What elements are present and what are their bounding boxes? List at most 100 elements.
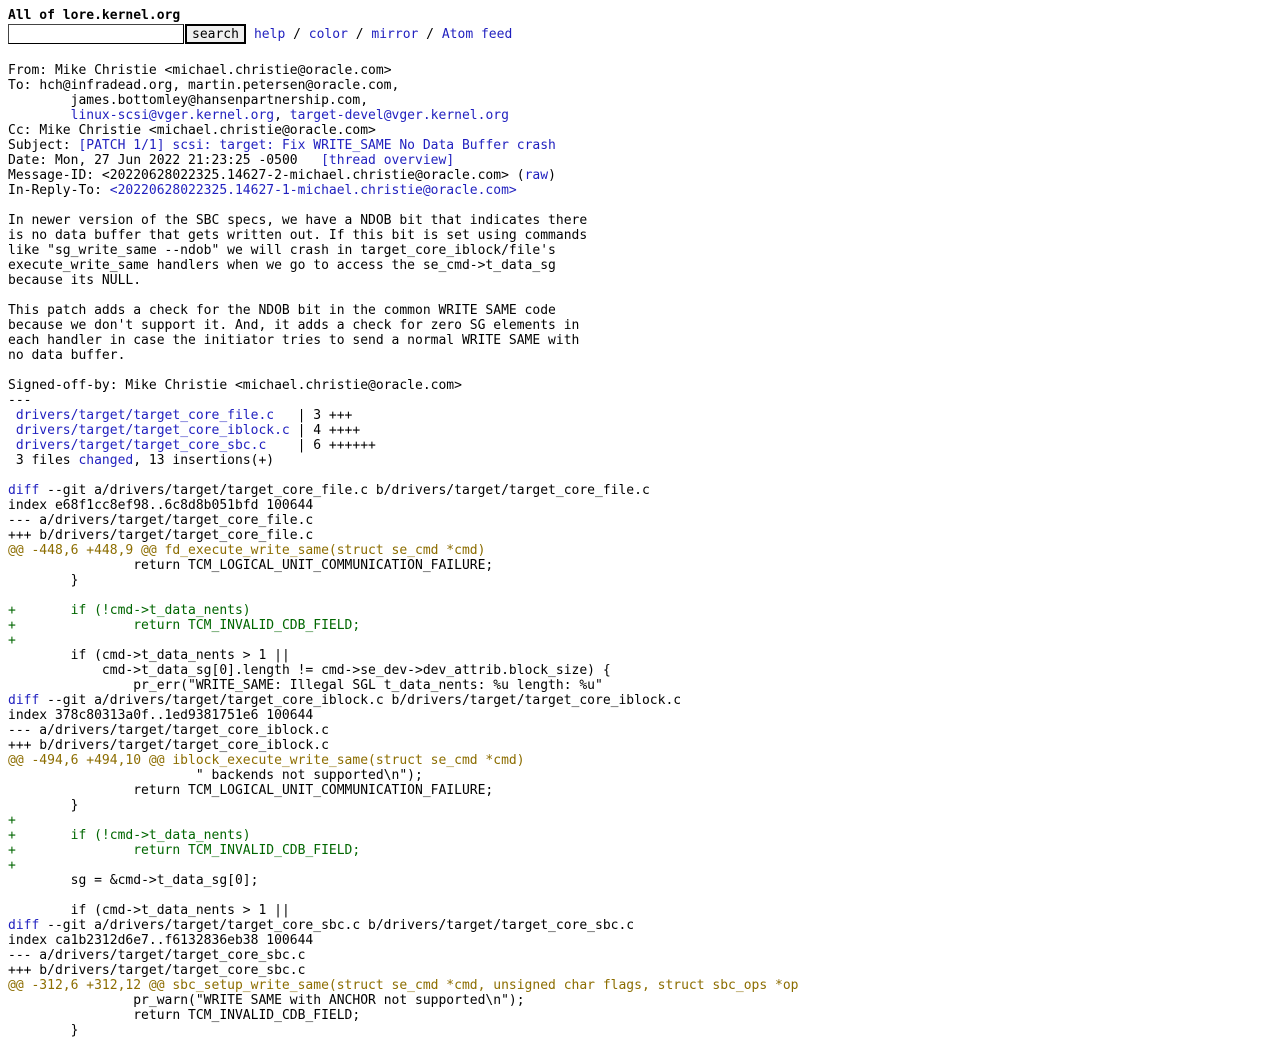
context-line: return TCM_LOGICAL_UNIT_COMMUNICATION_FA… xyxy=(8,783,494,798)
message-id-value: <20220628022325.14627-2-michael.christie… xyxy=(101,168,509,183)
diffstat-row: drivers/target/target_core_iblock.c | 4 … xyxy=(8,423,1272,438)
added-line: + return TCM_INVALID_CDB_FIELD; xyxy=(8,843,361,858)
target-devel-list-link[interactable]: target-devel@vger.kernel.org xyxy=(290,108,509,123)
diff-index-line: index 378c80313a0f..1ed9381751e6 100644 xyxy=(8,708,314,723)
diffstat-file-link[interactable]: drivers/target/target_core_sbc.c xyxy=(16,438,266,453)
site-title: All of lore.kernel.org xyxy=(8,8,181,23)
context-line: return TCM_LOGICAL_UNIT_COMMUNICATION_FA… xyxy=(8,558,494,573)
added-line: + if (!cmd->t_data_nents) xyxy=(8,603,251,618)
diffstat-file-link[interactable]: drivers/target/target_core_file.c xyxy=(16,408,274,423)
context-line xyxy=(8,888,1272,903)
context-line: " backends not supported\n"); xyxy=(8,768,423,783)
commit-paragraph: This patch adds a check for the NDOB bit… xyxy=(8,303,1272,363)
commit-message: In newer version of the SBC specs, we ha… xyxy=(8,213,1272,408)
search-bar: search help / color / mirror / Atom feed xyxy=(8,24,1272,44)
hunk-header[interactable]: @@ -312,6 +312,12 @@ sbc_setup_write_sam… xyxy=(8,978,1272,993)
search-input[interactable] xyxy=(8,24,184,44)
nav-separator: / xyxy=(285,26,309,42)
from-value: Mike Christie <michael.christie@oracle.c… xyxy=(54,63,392,78)
patch-diffs: diff --git a/drivers/target/target_core_… xyxy=(8,483,1272,1038)
diff-old-file: --- a/drivers/target/target_core_sbc.c xyxy=(8,948,306,963)
date-value: Mon, 27 Jun 2022 21:23:25 -0500 xyxy=(54,153,298,168)
context-line: pr_warn("WRITE SAME with ANCHOR not supp… xyxy=(8,993,525,1008)
in-reply-to-link[interactable]: <20220628022325.14627-1-michael.christie… xyxy=(110,183,517,198)
from-header: From: Mike Christie <michael.christie@or… xyxy=(8,63,392,78)
diff-link[interactable]: diff xyxy=(8,693,39,708)
cc-header: Cc: Mike Christie <michael.christie@orac… xyxy=(8,123,376,138)
context-line: return TCM_INVALID_CDB_FIELD; xyxy=(8,1008,361,1023)
hunk-header[interactable]: @@ -448,6 +448,9 @@ fd_execute_write_sam… xyxy=(8,543,1272,558)
diff-new-file: +++ b/drivers/target/target_core_iblock.… xyxy=(8,738,329,753)
diff-index-line: index e68f1cc8ef98..6c8d8b051bfd 100644 xyxy=(8,498,314,513)
file-diff: diff --git a/drivers/target/target_core_… xyxy=(8,693,1272,918)
message-page: All of lore.kernel.org search help / col… xyxy=(8,8,1272,1038)
diff-header: diff --git a/drivers/target/target_core_… xyxy=(8,693,682,708)
to-value: hch@infradead.org, martin.petersen@oracl… xyxy=(39,78,400,93)
diffstat-count: | 3 +++ xyxy=(274,408,353,423)
mirror-link[interactable]: mirror xyxy=(371,27,418,42)
file-diff: diff --git a/drivers/target/target_core_… xyxy=(8,483,1272,693)
diff-new-file: +++ b/drivers/target/target_core_sbc.c xyxy=(8,963,306,978)
commit-line: no data buffer. xyxy=(8,348,126,363)
diffstat-count: | 6 ++++++ xyxy=(266,438,376,453)
context-line: cmd->t_data_sg[0].length != cmd->se_dev-… xyxy=(8,663,611,678)
nav-separator: / xyxy=(347,26,372,42)
to-value: james.bottomley@hansenpartnership.com, xyxy=(70,93,369,108)
raw-link[interactable]: raw xyxy=(525,168,548,183)
thread-overview-link[interactable]: [thread overview] xyxy=(321,153,454,168)
added-line: + xyxy=(8,813,16,828)
diff-link[interactable]: diff xyxy=(8,483,39,498)
to-continuation: james.bottomley@hansenpartnership.com, xyxy=(8,93,1272,108)
file-diff: diff --git a/drivers/target/target_core_… xyxy=(8,918,1272,1038)
commit-line: This patch adds a check for the NDOB bit… xyxy=(8,303,556,318)
diff-header: diff --git a/drivers/target/target_core_… xyxy=(8,483,650,498)
linux-scsi-list-link[interactable]: linux-scsi@vger.kernel.org xyxy=(71,108,275,123)
commit-line: because we don't support it. And, it add… xyxy=(8,318,580,333)
hunk-header[interactable]: @@ -494,6 +494,10 @@ iblock_execute_writ… xyxy=(8,753,1272,768)
diffstat-count: | 4 ++++ xyxy=(289,423,361,438)
diff-old-file: --- a/drivers/target/target_core_iblock.… xyxy=(8,723,329,738)
diffstat-row: drivers/target/target_core_sbc.c | 6 +++… xyxy=(8,438,1272,453)
in-reply-to-header: In-Reply-To: <20220628022325.14627-1-mic… xyxy=(8,183,517,198)
commit-line: like "sg_write_same --ndob" we will cras… xyxy=(8,243,556,258)
atom-feed-link[interactable]: Atom feed xyxy=(442,27,512,42)
diff-index-line: index ca1b2312d6e7..f6132836eb38 100644 xyxy=(8,933,314,948)
context-line: pr_err("WRITE_SAME: Illegal SGL t_data_n… xyxy=(8,678,603,693)
subject-header: Subject: [PATCH 1/1] scsi: target: Fix W… xyxy=(8,138,556,153)
context-line: } xyxy=(8,573,79,588)
diffstat: drivers/target/target_core_file.c | 3 ++… xyxy=(8,408,1272,468)
added-line: + return TCM_INVALID_CDB_FIELD; xyxy=(8,618,361,633)
subject-link[interactable]: [PATCH 1/1] scsi: target: Fix WRITE_SAME… xyxy=(78,138,555,153)
context-line xyxy=(8,588,1272,603)
nav-separator: / xyxy=(418,26,442,42)
commit-line: because its NULL. xyxy=(8,273,142,288)
to-continuation: linux-scsi@vger.kernel.org, target-devel… xyxy=(70,108,509,123)
changed-link[interactable]: changed xyxy=(78,453,133,468)
diffstat-row: drivers/target/target_core_file.c | 3 ++… xyxy=(8,408,1272,423)
added-line: + xyxy=(8,633,16,648)
message-id-header: Message-ID: <20220628022325.14627-2-mich… xyxy=(8,168,556,183)
patch-separator: --- xyxy=(8,393,32,408)
commit-line: is no data buffer that gets written out.… xyxy=(8,228,588,243)
color-link[interactable]: color xyxy=(309,27,348,42)
cc-value: Mike Christie <michael.christie@oracle.c… xyxy=(39,123,376,138)
help-link[interactable]: help xyxy=(254,27,285,42)
diffstat-summary: 3 files changed, 13 insertions(+) xyxy=(8,453,275,468)
context-line: if (cmd->t_data_nents > 1 || xyxy=(8,903,290,918)
diff-header: diff --git a/drivers/target/target_core_… xyxy=(8,918,635,933)
date-header: Date: Mon, 27 Jun 2022 21:23:25 -0500 [t… xyxy=(8,153,455,168)
search-button[interactable]: search xyxy=(185,24,246,44)
message-headers: From: Mike Christie <michael.christie@or… xyxy=(8,63,1272,198)
commit-paragraph: In newer version of the SBC specs, we ha… xyxy=(8,213,1272,288)
commit-line: execute_write_same handlers when we go t… xyxy=(8,258,556,273)
added-line: + if (!cmd->t_data_nents) xyxy=(8,828,251,843)
diffstat-file-link[interactable]: drivers/target/target_core_iblock.c xyxy=(16,423,290,438)
signed-off-by: Signed-off-by: Mike Christie <michael.ch… xyxy=(8,378,462,393)
nav-links: help / color / mirror / Atom feed xyxy=(254,27,512,42)
diff-link[interactable]: diff xyxy=(8,918,39,933)
to-header: To: hch@infradead.org, martin.petersen@o… xyxy=(8,78,400,93)
diff-old-file: --- a/drivers/target/target_core_file.c xyxy=(8,513,314,528)
context-line: } xyxy=(8,798,79,813)
commit-line: each handler in case the initiator tries… xyxy=(8,333,580,348)
diff-new-file: +++ b/drivers/target/target_core_file.c xyxy=(8,528,314,543)
